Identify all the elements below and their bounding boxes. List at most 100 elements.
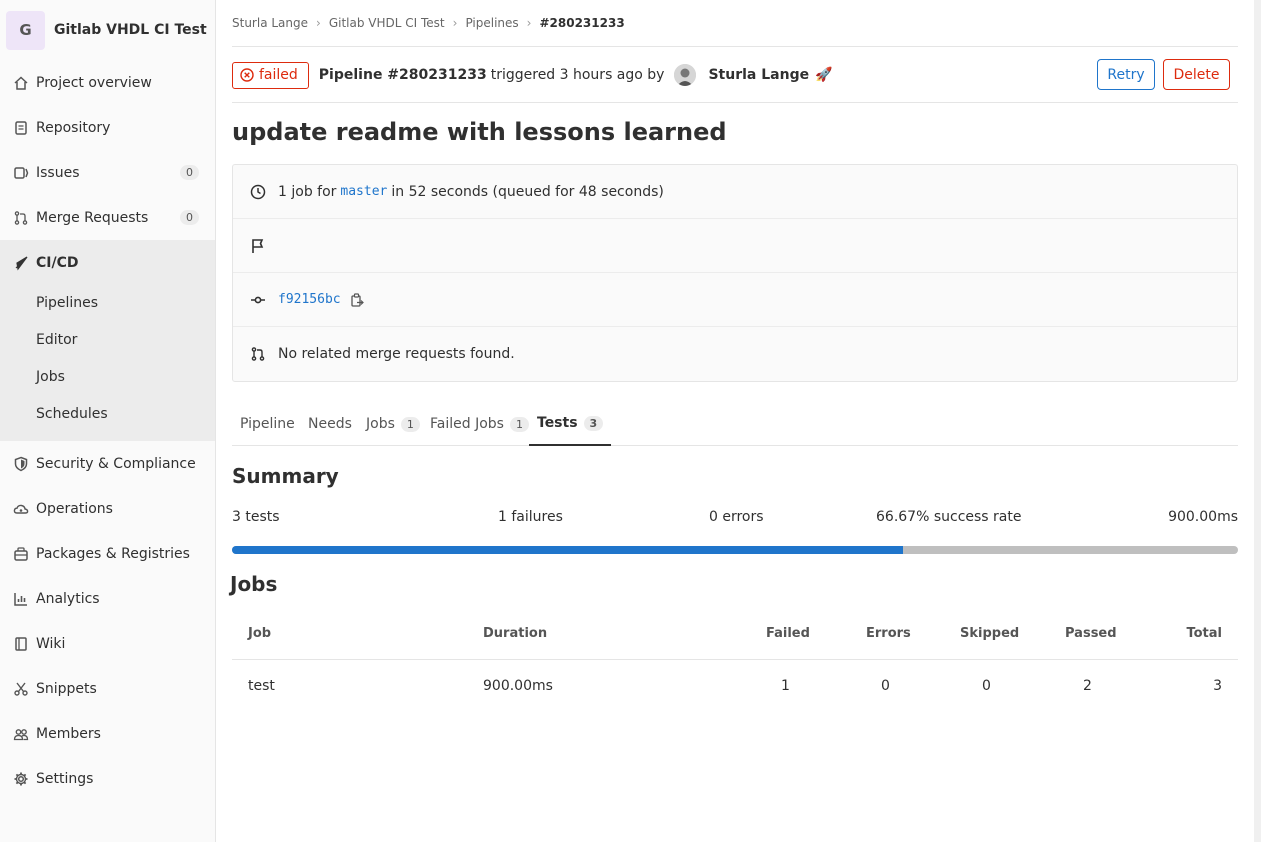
sidebar-subitem-editor[interactable]: Editor (36, 332, 77, 348)
sidebar-subitem-jobs[interactable]: Jobs (36, 369, 65, 385)
sidebar-item-merge-requests[interactable]: Merge Requests 0 (0, 195, 215, 240)
sidebar-item-label: CI/CD (36, 254, 79, 271)
copy-icon[interactable] (350, 292, 364, 307)
commit-sha-link[interactable]: f92156bc (278, 292, 341, 307)
success-progress-fill (232, 546, 903, 554)
tab-label: Pipeline (240, 416, 295, 432)
sidebar-item-operations[interactable]: Operations (0, 486, 215, 531)
cell-job-name: test (248, 678, 275, 694)
column-header-failed: Failed (766, 626, 810, 641)
sidebar-item-label: Repository (36, 119, 111, 136)
tab-tests[interactable]: Tests 3 (529, 402, 612, 446)
cloud-gear-icon (12, 500, 30, 518)
tab-pipeline[interactable]: Pipeline (240, 402, 295, 446)
sidebar: G Gitlab VHDL CI Test Project overview R… (0, 0, 216, 842)
rocket-icon (12, 254, 30, 272)
sidebar-item-project-overview[interactable]: Project overview (0, 60, 215, 105)
jobs-heading: Jobs (230, 572, 278, 596)
tab-label: Tests (537, 415, 578, 431)
sidebar-item-security-compliance[interactable]: Security & Compliance (0, 441, 215, 486)
gear-icon (12, 770, 30, 788)
column-header-duration: Duration (483, 626, 548, 641)
breadcrumb-pipelines[interactable]: Pipelines (465, 16, 518, 30)
divider (232, 46, 1238, 47)
sidebar-item-snippets[interactable]: Snippets (0, 666, 215, 711)
page-title: update readme with lessons learned (232, 118, 727, 146)
book-icon (12, 635, 30, 653)
sidebar-item-wiki[interactable]: Wiki (0, 621, 215, 666)
merge-request-icon (12, 209, 30, 227)
cell-errors: 0 (881, 678, 890, 694)
column-header-passed: Passed (1065, 626, 1117, 641)
home-icon (12, 74, 30, 92)
sidebar-item-members[interactable]: Members (0, 711, 215, 756)
summary-tests: 3 tests (232, 509, 280, 525)
merge-request-icon (249, 346, 267, 362)
sidebar-subitem-pipelines[interactable]: Pipelines (36, 295, 98, 311)
cell-total: 3 (1213, 678, 1222, 694)
breadcrumb: Sturla Lange › Gitlab VHDL CI Test › Pip… (232, 16, 625, 30)
summary-errors: 0 errors (709, 509, 764, 525)
summary-heading: Summary (232, 464, 339, 488)
breadcrumb-current[interactable]: #280231233 (539, 16, 624, 30)
tab-count-badge: 1 (400, 416, 420, 432)
tab-needs[interactable]: Needs (308, 402, 352, 446)
info-row-commit: f92156bc (233, 273, 1237, 327)
project-header[interactable]: G Gitlab VHDL CI Test (0, 0, 215, 60)
pipeline-id: Pipeline #280231233 (318, 67, 487, 83)
pipeline-info-box: 1 job for master in 52 seconds (queued f… (232, 164, 1238, 382)
package-icon (12, 545, 30, 563)
avatar[interactable] (674, 64, 697, 86)
sidebar-item-settings[interactable]: Settings (0, 756, 215, 801)
sidebar-item-label: Issues (36, 164, 80, 181)
breadcrumb-project[interactable]: Gitlab VHDL CI Test (329, 16, 445, 30)
sidebar-item-label: Members (36, 725, 101, 742)
retry-button[interactable]: Retry (1097, 59, 1155, 90)
flag-icon (249, 238, 267, 254)
info-row-merge-requests: No related merge requests found. (233, 327, 1237, 381)
summary-duration: 900.00ms (1168, 509, 1238, 525)
sidebar-item-issues[interactable]: Issues 0 (0, 150, 215, 195)
sidebar-item-packages-registries[interactable]: Packages & Registries (0, 531, 215, 576)
breadcrumb-user[interactable]: Sturla Lange (232, 16, 308, 30)
cell-duration: 900.00ms (483, 678, 553, 694)
chevron-right-icon: › (452, 16, 458, 30)
cell-skipped: 0 (982, 678, 991, 694)
summary-failures: 1 failures (498, 509, 563, 525)
status-badge[interactable]: failed (232, 61, 309, 89)
scissors-icon (12, 680, 30, 698)
issues-count-badge: 0 (180, 165, 199, 180)
pipeline-header: failed Pipeline #280231233 triggered 3 h… (232, 61, 1238, 89)
sidebar-item-label: Merge Requests (36, 209, 149, 226)
no-merge-requests-text: No related merge requests found. (278, 346, 515, 362)
tab-label: Needs (308, 416, 352, 432)
sidebar-item-analytics[interactable]: Analytics (0, 576, 215, 621)
tab-failed-jobs[interactable]: Failed Jobs 1 (430, 402, 529, 446)
branch-link[interactable]: master (340, 184, 387, 199)
cell-passed: 2 (1083, 678, 1092, 694)
scrollbar[interactable] (1254, 0, 1261, 842)
cicd-group: CI/CD Pipelines Editor Jobs Schedules (0, 240, 215, 441)
sidebar-item-repository[interactable]: Repository (0, 105, 215, 150)
issues-icon (12, 164, 30, 182)
tab-label: Jobs (366, 416, 395, 432)
info-row-flag (233, 219, 1237, 273)
rocket-emoji: 🚀 (815, 67, 833, 83)
users-icon (12, 725, 30, 743)
divider (232, 102, 1238, 103)
merge-requests-count-badge: 0 (180, 210, 199, 225)
delete-button[interactable]: Delete (1163, 59, 1230, 90)
chevron-right-icon: › (316, 16, 321, 30)
sidebar-subitem-schedules[interactable]: Schedules (36, 406, 108, 422)
sidebar-item-label: Operations (36, 500, 113, 517)
summary-success-rate: 66.67% success rate (876, 509, 1022, 525)
sidebar-item-label: Security & Compliance (36, 455, 196, 472)
column-header-errors: Errors (866, 626, 911, 641)
status-label: failed (259, 67, 298, 83)
sidebar-item-cicd[interactable]: CI/CD (0, 240, 215, 285)
column-header-skipped: Skipped (960, 626, 1020, 641)
sidebar-item-label: Project overview (36, 74, 152, 91)
user-name-link[interactable]: Sturla Lange (708, 67, 809, 83)
tab-jobs[interactable]: Jobs 1 (366, 402, 420, 446)
pipeline-tabs: Pipeline Needs Jobs 1 Failed Jobs 1 Tests 3 (232, 402, 1238, 446)
